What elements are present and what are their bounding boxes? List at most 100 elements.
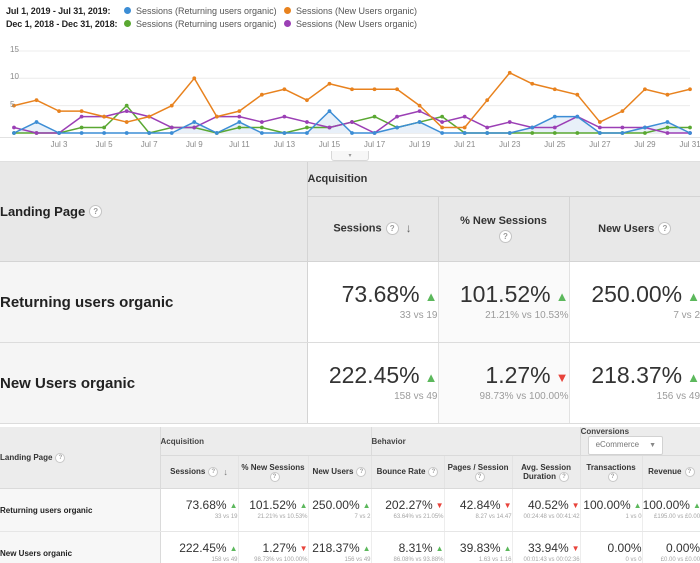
legend-item-compare-new[interactable]: Sessions (New Users organic) bbox=[284, 19, 417, 29]
small-cell-newusers-revenue-pct: 0.00% bbox=[666, 540, 700, 555]
small-cell-newusers-bouncerate: 8.31% ▲ 86.08% vs 93.88% bbox=[370, 531, 445, 563]
landing-page-help-icon[interactable]: ? bbox=[55, 452, 66, 463]
small-cell-returning-bouncerate-pct: 202.27% bbox=[385, 497, 433, 512]
chart-x-tick: Jul 7 bbox=[140, 140, 158, 149]
new-users-help-icon[interactable]: ? bbox=[658, 222, 672, 236]
sessions-timeseries-chart[interactable]: 5 10 15 bbox=[0, 32, 700, 137]
small-cell-returning-bouncerate-sub: 63.64% vs 21.05% bbox=[393, 514, 444, 521]
bounce-rate-help-icon[interactable]: ? bbox=[428, 467, 439, 477]
chart-x-tick: Jul 27 bbox=[589, 140, 611, 149]
small-cell-newusers-newsessionspct: 1.27% ▼ 98.73% vs 100.00% bbox=[238, 531, 309, 563]
chart-canvas bbox=[12, 50, 692, 135]
trend-down-icon: ▼ bbox=[571, 500, 580, 510]
legend-swatch-purple-icon bbox=[284, 20, 291, 27]
table-row[interactable]: Returning users organic 73.68% ▲ 33 vs 19… bbox=[0, 261, 700, 343]
chevron-down-icon: ▼ bbox=[649, 442, 657, 449]
trend-up-icon: ▲ bbox=[503, 543, 512, 553]
small-col-new-sessions-pct[interactable]: % New Sessions? bbox=[238, 455, 309, 489]
legend-row-current: Jul 1, 2019 - Jul 31, 2019: Sessions (Re… bbox=[6, 4, 700, 17]
ecommerce-select-value: eCommerce bbox=[595, 440, 640, 449]
small-cell-newusers-avgduration-sub: 00:01:43 vs 00:02:36 bbox=[523, 557, 580, 563]
small-col-new-users[interactable]: New Users? bbox=[308, 455, 372, 489]
chart-x-tick: Jul 21 bbox=[453, 140, 476, 149]
big-cell-newusers-sessions-pct: 222.45% bbox=[328, 362, 420, 389]
trend-up-icon: ▲ bbox=[692, 500, 700, 510]
pages-per-session-help-icon[interactable]: ? bbox=[474, 471, 485, 482]
small-cell-newusers-newusers-sub: 156 vs 49 bbox=[344, 557, 371, 563]
small-table-dimension-header[interactable]: Landing Page? bbox=[0, 427, 161, 489]
trend-up-icon: ▲ bbox=[424, 370, 438, 386]
table-row[interactable]: New Users organic 222.45% ▲ 158 vs 49 1.2… bbox=[0, 531, 700, 563]
big-table-col-sessions-label: Sessions bbox=[333, 222, 382, 235]
small-cell-returning-revenue-pct: 100.00% bbox=[642, 497, 690, 512]
small-col-revenue[interactable]: Revenue? bbox=[642, 455, 700, 489]
big-table-col-new-sessions-pct[interactable]: % New Sessions ? bbox=[438, 196, 570, 262]
small-cell-returning-revenue: 100.00% ▲ £195.00 vs £0.00 bbox=[642, 488, 700, 532]
avg-session-duration-help-icon[interactable]: ? bbox=[558, 471, 569, 482]
sessions-sort-desc-icon[interactable]: ↓ bbox=[406, 221, 412, 235]
small-col-avg-session-duration[interactable]: Avg. Session Duration? bbox=[512, 455, 581, 489]
revenue-help-icon[interactable]: ? bbox=[684, 467, 695, 477]
small-cell-newusers-bouncerate-pct: 8.31% bbox=[398, 540, 433, 555]
big-cell-returning-newusers: 250.00% ▲ 7 vs 2 bbox=[569, 261, 700, 343]
small-col-pages-per-session[interactable]: Pages / Session? bbox=[444, 455, 513, 489]
small-cell-returning-pagespersession-pct: 42.84% bbox=[459, 497, 501, 512]
transactions-help-icon[interactable]: ? bbox=[607, 471, 618, 482]
legend-item-current-returning[interactable]: Sessions (Returning users organic) bbox=[124, 6, 277, 16]
chart-x-tick: Jul 23 bbox=[499, 140, 521, 149]
trend-up-icon: ▲ bbox=[299, 500, 308, 510]
legend-label-compare-returning: Sessions (Returning users organic) bbox=[136, 18, 277, 29]
small-cell-newusers-avgduration-pct: 33.94% bbox=[527, 540, 569, 555]
big-row-label-returning[interactable]: Returning users organic bbox=[0, 261, 308, 343]
legend-swatch-green-icon bbox=[124, 20, 131, 27]
sessions-help-icon[interactable]: ? bbox=[385, 222, 399, 236]
small-cell-returning-avgduration-pct: 40.52% bbox=[527, 497, 569, 512]
chart-x-tick: Jul 29 bbox=[634, 140, 656, 149]
small-cell-returning-newsessionspct-sub: 21.21% vs 10.53% bbox=[257, 514, 308, 521]
chart-x-tick: Jul 13 bbox=[273, 140, 296, 149]
chart-x-tick: Jul 11 bbox=[228, 140, 250, 149]
table-row[interactable]: New Users organic 222.45% ▲ 158 vs 49 1.2… bbox=[0, 342, 700, 424]
chart-x-tick: Jul 25 bbox=[544, 140, 566, 149]
legend-label-compare-new: Sessions (New Users organic) bbox=[296, 18, 418, 29]
trend-up-icon: ▲ bbox=[633, 500, 642, 510]
trend-up-icon: ▲ bbox=[435, 543, 444, 553]
small-cell-newusers-transactions-sub: 0 vs 0 bbox=[625, 557, 642, 563]
ecommerce-select[interactable]: eCommerce ▼ bbox=[587, 436, 664, 455]
legend-item-current-new[interactable]: Sessions (New Users organic) bbox=[284, 6, 417, 16]
chart-collapse-handle[interactable]: ▾ bbox=[331, 151, 369, 161]
trend-down-icon: ▼ bbox=[503, 500, 512, 510]
small-row-label-newusers[interactable]: New Users organic bbox=[0, 531, 161, 563]
analytics-comparison-page: Jul 1, 2019 - Jul 31, 2019: Sessions (Re… bbox=[0, 0, 700, 563]
new-sessions-pct-help-icon[interactable]: ? bbox=[269, 471, 280, 482]
table-row[interactable]: Returning users organic 73.68% ▲ 33 vs 19… bbox=[0, 488, 700, 532]
small-col-new-sessions-pct-label: % New Sessions bbox=[241, 462, 305, 472]
small-col-pages-per-session-label: Pages / Session bbox=[447, 462, 509, 472]
small-col-transactions[interactable]: Transactions? bbox=[579, 455, 643, 489]
small-cell-returning-newusers: 250.00% ▲ 7 vs 2 bbox=[308, 488, 372, 532]
trend-up-icon: ▲ bbox=[362, 543, 371, 553]
big-table-col-sessions[interactable]: Sessions? ↓ bbox=[307, 196, 439, 262]
big-row-label-newusers[interactable]: New Users organic bbox=[0, 342, 308, 424]
small-col-sessions[interactable]: Sessions? ↓ bbox=[160, 455, 239, 489]
small-cell-newusers-newsessionspct-sub: 98.73% vs 100.00% bbox=[254, 557, 308, 563]
new-sessions-pct-help-icon[interactable]: ? bbox=[498, 229, 512, 243]
trend-down-icon: ▼ bbox=[299, 543, 308, 553]
small-col-bounce-rate[interactable]: Bounce Rate? bbox=[370, 455, 445, 489]
small-table-group-conversions: Conversions eCommerce ▼ bbox=[579, 427, 700, 456]
small-row-label-returning[interactable]: Returning users organic bbox=[0, 488, 161, 532]
landing-page-help-icon[interactable]: ? bbox=[89, 204, 103, 218]
sessions-sort-desc-icon[interactable]: ↓ bbox=[223, 467, 228, 477]
big-table-dimension-header[interactable]: Landing Page? bbox=[0, 162, 308, 262]
small-cell-newusers-pagespersession-pct: 39.83% bbox=[459, 540, 501, 555]
small-cell-newusers-pagespersession: 39.83% ▲ 1.63 vs 1.16 bbox=[444, 531, 513, 563]
small-table-group-row: Landing Page? Acquisition Behavior Conve… bbox=[0, 427, 700, 489]
sessions-help-icon[interactable]: ? bbox=[208, 467, 219, 477]
legend-label-current-returning: Sessions (Returning users organic) bbox=[136, 5, 277, 16]
big-cell-newusers-newsessionspct-pct: 1.27% bbox=[485, 362, 551, 389]
big-table-col-new-users[interactable]: New Users? bbox=[569, 196, 700, 262]
small-cell-newusers-transactions: 0.00% 0 vs 0 bbox=[579, 531, 643, 563]
small-cell-newusers-sessions: 222.45% ▲ 158 vs 49 bbox=[160, 531, 239, 563]
legend-item-compare-returning[interactable]: Sessions (Returning users organic) bbox=[124, 19, 277, 29]
new-users-help-icon[interactable]: ? bbox=[356, 467, 367, 477]
